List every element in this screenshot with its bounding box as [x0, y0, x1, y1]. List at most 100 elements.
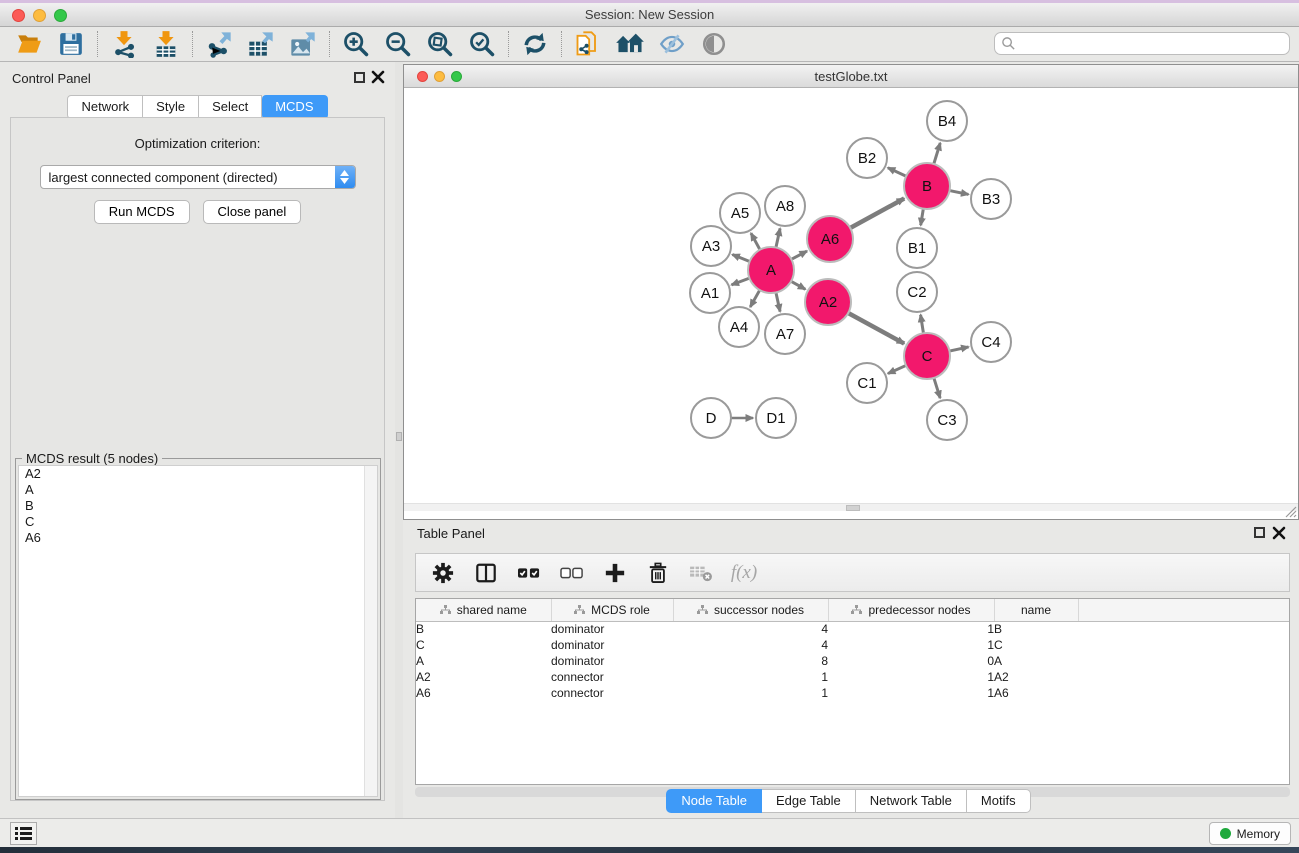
tab-node-table[interactable]: Node Table [666, 789, 762, 813]
split-columns-icon[interactable] [471, 558, 501, 588]
graph-edge-A-A4[interactable] [750, 290, 759, 307]
select-all-icon[interactable] [514, 558, 544, 588]
export-table-icon[interactable] [244, 28, 278, 60]
network-window-titlebar[interactable]: testGlobe.txt [404, 65, 1298, 88]
mcds-result-item[interactable]: A2 [19, 466, 377, 482]
graph-node-A2[interactable]: A2 [805, 279, 851, 325]
tab-network[interactable]: Network [67, 95, 143, 119]
graph-edge-A-A2[interactable] [791, 281, 805, 289]
graph-edge-B-B2[interactable] [888, 168, 906, 177]
search-field[interactable] [1016, 35, 1289, 53]
zoom-fit-icon[interactable] [423, 28, 457, 60]
graph-edge-A-A5[interactable] [751, 233, 760, 250]
graph-node-B3[interactable]: B3 [971, 179, 1011, 219]
graph-node-A1[interactable]: A1 [690, 273, 730, 313]
graph-edge-A-A6[interactable] [791, 251, 807, 259]
search-input[interactable] [994, 32, 1290, 55]
task-history-button[interactable] [10, 822, 37, 845]
graph-edge-A-A1[interactable] [732, 278, 750, 285]
graph-node-B2[interactable]: B2 [847, 138, 887, 178]
export-image-icon[interactable] [286, 28, 320, 60]
criterion-select[interactable]: largest connected component (directed) [40, 165, 356, 189]
mcds-result-list[interactable]: A2ABCA6 [18, 465, 378, 797]
add-column-icon[interactable] [600, 558, 630, 588]
delete-icon[interactable] [643, 558, 673, 588]
graph-node-A7[interactable]: A7 [765, 314, 805, 354]
graph-edge-A-A8[interactable] [776, 228, 780, 247]
graph-edge-A6-B[interactable] [850, 198, 904, 228]
graph-edge-B-B1[interactable] [921, 209, 924, 226]
memory-button[interactable]: Memory [1209, 822, 1291, 845]
graph-node-C1[interactable]: C1 [847, 363, 887, 403]
column-header-name[interactable]: name [994, 599, 1078, 621]
deselect-all-icon[interactable] [557, 558, 587, 588]
graph-edge-C-C2[interactable] [921, 315, 924, 334]
graph-edge-B-B4[interactable] [934, 143, 940, 164]
gray-eye-icon[interactable] [697, 28, 731, 60]
import-table-icon[interactable] [149, 28, 183, 60]
resize-grip-icon[interactable] [1283, 504, 1297, 518]
hide-eye-icon[interactable] [655, 28, 689, 60]
graph-node-C4[interactable]: C4 [971, 322, 1011, 362]
import-network-icon[interactable] [107, 28, 141, 60]
graph-node-C[interactable]: C [904, 333, 950, 379]
graph-edge-A-A7[interactable] [776, 292, 780, 311]
tab-edge-table[interactable]: Edge Table [762, 789, 856, 813]
close-panel-button[interactable]: Close panel [203, 200, 302, 224]
graph-edge-A-A3[interactable] [732, 255, 749, 262]
zoom-out-icon[interactable] [381, 28, 415, 60]
mcds-result-item[interactable]: C [19, 514, 377, 530]
column-header-shared-name[interactable]: shared name [416, 599, 551, 621]
gear-icon[interactable] [428, 558, 458, 588]
graph-node-A4[interactable]: A4 [719, 307, 759, 347]
graph-edge-A2-C[interactable] [848, 313, 904, 344]
table-row[interactable]: Bdominator41B [416, 621, 1289, 637]
graph-node-C2[interactable]: C2 [897, 272, 937, 312]
close-panel-icon[interactable] [371, 70, 385, 84]
graph-node-B[interactable]: B [904, 163, 950, 209]
node-table[interactable]: shared nameMCDS rolesuccessor nodesprede… [415, 598, 1290, 785]
ndex-home-icon[interactable] [613, 28, 647, 60]
graph-node-D[interactable]: D [691, 398, 731, 438]
graph-node-A[interactable]: A [748, 247, 794, 293]
export-network-icon[interactable] [202, 28, 236, 60]
graph-edge-C-C3[interactable] [934, 378, 940, 398]
graph-edge-B-B3[interactable] [950, 191, 969, 195]
splitter-handle[interactable] [396, 432, 402, 441]
mcds-result-item[interactable]: A [19, 482, 377, 498]
tab-network-table[interactable]: Network Table [856, 789, 967, 813]
mcds-result-item[interactable]: A6 [19, 530, 377, 546]
table-row[interactable]: Cdominator41C [416, 637, 1289, 653]
zoom-selected-icon[interactable] [465, 28, 499, 60]
float-panel-icon[interactable] [354, 72, 365, 83]
graph-node-A3[interactable]: A3 [691, 226, 731, 266]
graph-node-B4[interactable]: B4 [927, 101, 967, 141]
table-row[interactable]: Adominator80A [416, 653, 1289, 669]
graph-node-C3[interactable]: C3 [927, 400, 967, 440]
clone-network-icon[interactable] [571, 28, 605, 60]
apply-layout-icon[interactable] [518, 28, 552, 60]
tab-motifs[interactable]: Motifs [967, 789, 1031, 813]
graph-edge-C-C1[interactable] [888, 365, 906, 373]
graph-edge-C-C4[interactable] [949, 347, 968, 351]
table-row[interactable]: A2connector11A2 [416, 669, 1289, 685]
open-session-icon[interactable] [12, 28, 46, 60]
graph-node-A5[interactable]: A5 [720, 193, 760, 233]
save-session-icon[interactable] [54, 28, 88, 60]
table-row[interactable]: A6connector11A6 [416, 685, 1289, 701]
tab-mcds[interactable]: MCDS [262, 95, 327, 119]
table-float-panel-icon[interactable] [1254, 527, 1265, 538]
run-mcds-button[interactable]: Run MCDS [94, 200, 190, 224]
column-header-MCDS-role[interactable]: MCDS role [551, 599, 673, 621]
column-header-successor-nodes[interactable]: successor nodes [673, 599, 828, 621]
network-canvas[interactable]: A5A8A3AA1A4A7A6A2B2B4BB3B1C2C4CC1C3DD1 [404, 88, 1298, 511]
column-header-predecessor-nodes[interactable]: predecessor nodes [828, 599, 994, 621]
graph-node-A6[interactable]: A6 [807, 216, 853, 262]
tab-select[interactable]: Select [199, 95, 262, 119]
network-hscroll-thumb[interactable] [846, 505, 860, 511]
graph-node-D1[interactable]: D1 [756, 398, 796, 438]
mcds-list-scrollbar[interactable] [364, 466, 377, 796]
graph-node-A8[interactable]: A8 [765, 186, 805, 226]
table-header-row[interactable]: shared nameMCDS rolesuccessor nodesprede… [416, 599, 1289, 621]
table-close-panel-icon[interactable] [1272, 526, 1286, 540]
